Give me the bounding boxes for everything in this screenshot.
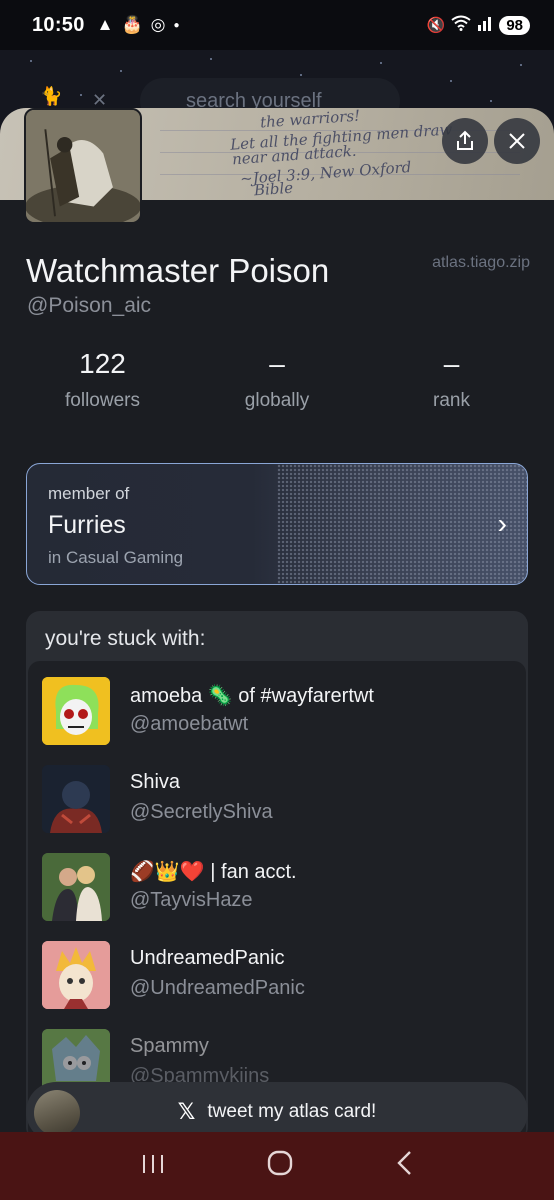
- chevron-right-icon: ›: [497, 508, 507, 539]
- user-name: amoeba 🦠 of #wayfarertwt: [130, 685, 374, 707]
- recents-icon: [143, 1155, 163, 1173]
- cat-logo-icon: 🐈: [40, 86, 63, 106]
- user-handle: @SecretlyShiva: [130, 801, 273, 823]
- community-banner-image: [277, 464, 527, 584]
- stat-label: rank: [433, 390, 470, 411]
- stat-value: –: [443, 348, 460, 379]
- list-item[interactable]: UndreamedPanic @UndreamedPanic: [42, 941, 512, 1011]
- stuck-with-list[interactable]: amoeba 🦠 of #wayfarertwt @amoebatwt Shiv…: [28, 661, 526, 1132]
- close-button[interactable]: [494, 118, 540, 164]
- community-name: Furries: [48, 511, 126, 539]
- avatar: [34, 1090, 80, 1136]
- home-icon: [267, 1150, 293, 1175]
- site-label[interactable]: atlas.tiago.zip: [432, 254, 530, 272]
- stuck-with-title: you're stuck with:: [45, 627, 206, 650]
- recents-button[interactable]: [141, 1150, 165, 1182]
- close-icon: [509, 133, 525, 149]
- wifi-icon: [451, 15, 471, 35]
- back-button[interactable]: [395, 1150, 413, 1183]
- mute-icon: 🔇: [426, 17, 446, 34]
- notification-icons: ▲ 🎂 ◎ ●: [97, 15, 180, 35]
- x-logo-icon: 𝕏: [177, 1099, 196, 1124]
- avatar: [42, 853, 110, 921]
- list-item[interactable]: amoeba 🦠 of #wayfarertwt @amoebatwt: [42, 677, 512, 747]
- user-handle: @UndreamedPanic: [130, 977, 305, 999]
- user-name: Spammy: [130, 1035, 209, 1057]
- stuck-with-panel: you're stuck with: amoeba 🦠 of #wayfarer…: [26, 611, 528, 1132]
- profile-name: Watchmaster Poison: [26, 252, 330, 289]
- app-icon: ▲: [96, 15, 114, 34]
- user-name: Shiva: [130, 771, 181, 793]
- avatar: [42, 941, 110, 1009]
- status-bar: 10:50 ▲ 🎂 ◎ ● 🔇 98: [0, 0, 554, 50]
- status-time: 10:50: [32, 13, 85, 36]
- stat-label: followers: [65, 390, 140, 411]
- profile-sheet: the warriors! Let all the fighting men d…: [0, 108, 554, 1132]
- stat-value: –: [269, 348, 285, 379]
- system-nav-bar: [0, 1132, 554, 1200]
- share-icon: [457, 130, 473, 150]
- profile-avatar[interactable]: [24, 108, 142, 224]
- community-card[interactable]: member of Furries in Casual Gaming ›: [26, 463, 528, 585]
- dot-icon: ●: [173, 19, 180, 31]
- battery-level: 98: [506, 16, 523, 34]
- list-item[interactable]: 🏈👑❤️ | fan acct. @TayvisHaze: [42, 853, 512, 923]
- list-item[interactable]: Shiva @SecretlyShiva: [42, 765, 512, 835]
- user-handle: @TayvisHaze: [130, 889, 253, 911]
- user-handle: @amoebatwt: [130, 713, 249, 735]
- stat-label: globally: [244, 390, 310, 411]
- profile-handle: @Poison_aic: [27, 294, 152, 317]
- share-button[interactable]: [442, 118, 488, 164]
- whatsapp-icon: ◎: [150, 15, 166, 34]
- member-label: member of: [48, 484, 130, 503]
- user-name: UndreamedPanic: [130, 947, 285, 969]
- home-button[interactable]: [267, 1150, 293, 1183]
- signal-icon: [477, 15, 493, 35]
- tweet-button-label: tweet my atlas card!: [207, 1101, 377, 1122]
- avatar: [42, 677, 110, 745]
- stats-row: 122 followers – globally – rank: [0, 348, 554, 412]
- stat-value: 122: [79, 348, 126, 379]
- cake-icon: 🎂: [121, 15, 143, 34]
- user-name: 🏈👑❤️ | fan acct.: [130, 861, 297, 883]
- avatar: [42, 765, 110, 833]
- stat-rank: – rank: [349, 348, 554, 412]
- stat-globally: – globally: [205, 348, 349, 412]
- battery-indicator: 98: [499, 15, 530, 35]
- community-category: in Casual Gaming: [48, 548, 184, 567]
- banner-text: Bible: [253, 178, 294, 200]
- back-icon: [397, 1150, 411, 1175]
- stat-followers: 122 followers: [0, 348, 205, 412]
- system-icons: 🔇 98: [427, 15, 530, 35]
